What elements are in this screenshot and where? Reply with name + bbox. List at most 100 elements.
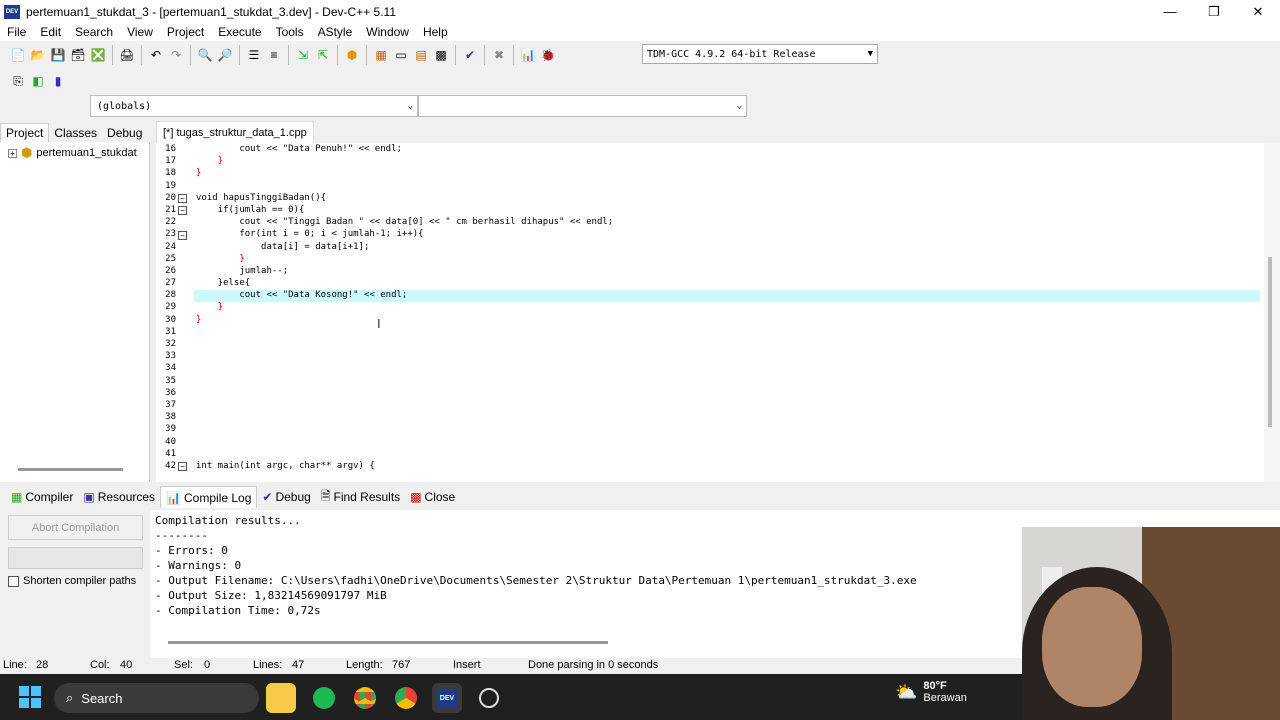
tab-classes[interactable]: Classes (49, 124, 102, 142)
compile-icon[interactable]: ▦ (372, 46, 390, 64)
globals-select[interactable]: (globals) ⌄ (90, 95, 418, 117)
replace-icon[interactable]: 🔎 (216, 46, 234, 64)
toolbar-separator (513, 44, 514, 65)
undo-icon[interactable]: ↶ (147, 46, 165, 64)
code-line-16: cout << "Data Penuh!" << endl; (196, 144, 402, 154)
project-panel-scrollbar[interactable] (18, 468, 123, 471)
tab-debug-bottom[interactable]: ✔ Debug (257, 486, 315, 508)
line-number: 21 (165, 204, 176, 215)
syntax-check-icon[interactable]: ✔ (461, 46, 479, 64)
line-number: 18 (165, 168, 176, 179)
tab-debug[interactable]: Debug (102, 124, 147, 142)
compiler-select[interactable]: TDM-GCC 4.9.2 64-bit Release ▼ (642, 44, 878, 64)
log-horizontal-scrollbar[interactable] (168, 641, 608, 644)
chrome-profile-icon[interactable] (391, 683, 421, 713)
goto-bookmark-icon[interactable]: ⇱ (314, 46, 332, 64)
run-icon[interactable]: ▭ (392, 46, 410, 64)
line-number: 16 (165, 144, 176, 154)
code-line-30: } (196, 315, 202, 325)
redo-icon[interactable]: ↷ (167, 46, 185, 64)
tab-find-results[interactable]: 🗎 Find Results (316, 486, 405, 508)
toolbar-separator (455, 44, 456, 65)
weather-desc: Berawan (923, 692, 967, 704)
shorten-paths-checkbox[interactable] (8, 575, 19, 587)
shorten-paths-option[interactable]: Shorten compiler paths (8, 575, 136, 587)
tab-resources[interactable]: ▣ Resources (78, 486, 160, 508)
toolbar-separator (337, 44, 338, 65)
goto-icon[interactable]: ▮ (49, 72, 67, 90)
collapse-icon[interactable]: − (178, 206, 187, 215)
new-file-icon[interactable]: 📄 (9, 46, 27, 64)
menu-window[interactable]: Window (359, 25, 416, 39)
devcpp-taskbar-icon[interactable]: DEV (432, 683, 462, 713)
menu-search[interactable]: Search (68, 25, 120, 39)
stop-execution-icon[interactable]: ✖ (490, 46, 508, 64)
insert-icon[interactable]: ⎘ (9, 72, 27, 90)
debug-icon[interactable]: 🐞 (539, 46, 557, 64)
close-window-button[interactable]: ✕ (1236, 0, 1280, 23)
open-file-icon[interactable]: 📂 (29, 46, 47, 64)
code-line-18: } (196, 168, 202, 178)
line-number: 32 (165, 339, 176, 349)
close-file-icon[interactable]: ❎ (89, 46, 107, 64)
profile-chart-icon[interactable]: 📊 (519, 46, 537, 64)
tab-project[interactable]: Project (0, 123, 50, 142)
project-tree-root[interactable]: + ⬢ pertemuan1_stukdat (8, 145, 137, 161)
menu-edit[interactable]: Edit (33, 25, 68, 39)
editor-vertical-scrollbar[interactable] (1264, 143, 1280, 482)
chrome-icon[interactable] (350, 683, 380, 713)
save-all-icon[interactable]: 🗃 (69, 46, 87, 64)
weather-widget[interactable]: ⛅ 80°F Berawan (895, 680, 967, 704)
menu-project[interactable]: Project (160, 25, 211, 39)
grid-icon: ▦ (11, 490, 23, 504)
collapse-icon[interactable]: − (178, 194, 187, 203)
menu-help[interactable]: Help (416, 25, 455, 39)
close-panel-icon: ▩ (410, 490, 422, 504)
line-number: 34 (165, 363, 176, 374)
menu-view[interactable]: View (120, 25, 160, 39)
collapse-icon[interactable]: − (178, 462, 187, 471)
menu-tools[interactable]: Tools (269, 25, 311, 39)
member-select[interactable]: ⌄ (418, 95, 747, 117)
partly-cloudy-icon: ⛅ (895, 681, 918, 702)
compile-run-icon[interactable]: ▤ (412, 46, 430, 64)
status-col-value: 40 (120, 659, 133, 671)
save-icon[interactable]: 💾 (49, 46, 67, 64)
tab-compiler[interactable]: ▦ Compiler (6, 486, 78, 508)
toolbar-separator (141, 44, 142, 65)
tab-compile-log[interactable]: 📊 Compile Log (160, 486, 258, 508)
menu-file[interactable]: File (0, 25, 33, 39)
project-options-icon[interactable]: ⬢ (343, 46, 361, 64)
abort-compilation-button[interactable]: Abort Compilation (8, 515, 143, 540)
tab-close[interactable]: ▩ Close (405, 486, 460, 508)
menu-execute[interactable]: Execute (211, 25, 268, 39)
toolbar-separator (366, 44, 367, 65)
expand-icon[interactable]: + (8, 148, 17, 158)
maximize-button[interactable]: ❐ (1192, 0, 1236, 23)
goto-line-icon[interactable]: ⇲ (294, 46, 312, 64)
code-line-29: } (196, 302, 224, 312)
unindent-icon[interactable]: ≡ (265, 46, 283, 64)
collapse-icon[interactable]: − (178, 231, 187, 240)
minimize-button[interactable]: — (1148, 0, 1192, 23)
print-icon[interactable]: 🖨 (118, 46, 136, 64)
left-panel-tabs: Project Classes Debug (0, 120, 150, 142)
editor-file-tab[interactable]: [*] tugas_struktur_data_1.cpp (156, 121, 314, 143)
line-number: 23 (165, 229, 176, 240)
file-explorer-icon[interactable] (266, 683, 296, 713)
spotify-icon[interactable] (309, 683, 339, 713)
resources-icon: ▣ (83, 490, 95, 504)
bottom-panel-tabs: ▦ Compiler ▣ Resources 📊 Compile Log ✔ Debug… (0, 484, 1280, 510)
windows-start-button[interactable] (18, 685, 42, 709)
rebuild-all-icon[interactable]: ▩ (432, 46, 450, 64)
scrollbar-thumb[interactable] (1268, 257, 1272, 427)
find-icon[interactable]: 🔍 (196, 46, 214, 64)
taskbar-search[interactable]: ⌕ Search (54, 683, 259, 713)
line-number-gutter: 16 17 18 19 20 21 22 23 24 25 26 27 28 2… (156, 143, 176, 482)
toggle-bookmark-icon[interactable]: ◧ (29, 72, 47, 90)
menu-astyle[interactable]: AStyle (311, 25, 360, 39)
obs-icon[interactable] (474, 683, 504, 713)
indent-icon[interactable]: ☰ (245, 46, 263, 64)
line-number: 20 (165, 192, 176, 203)
toolbar-separator (288, 44, 289, 65)
